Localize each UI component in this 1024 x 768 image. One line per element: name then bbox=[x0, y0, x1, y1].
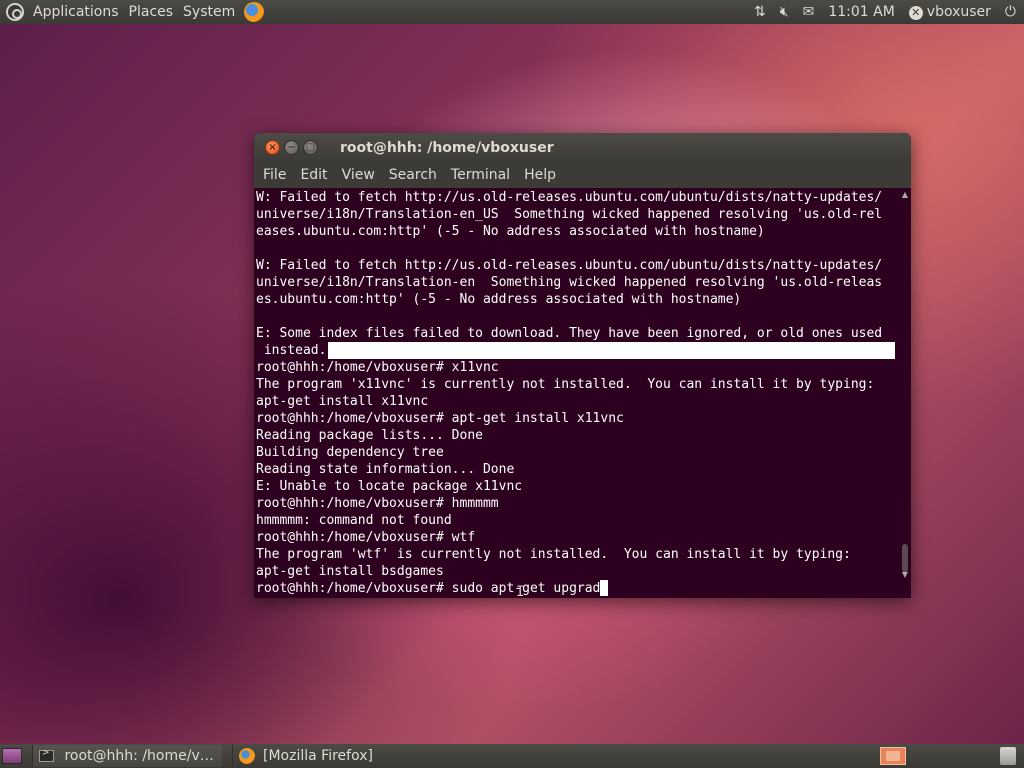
ibeam-cursor-icon: I bbox=[516, 584, 525, 598]
terminal-line: W: Failed to fetch http://us.old-release… bbox=[256, 258, 883, 273]
terminal-line: root@hhh:/home/vboxuser# wtf bbox=[256, 530, 476, 545]
trash-icon[interactable] bbox=[1000, 747, 1016, 765]
menu-terminal[interactable]: Terminal bbox=[444, 167, 517, 183]
mail-icon[interactable]: ✉ bbox=[803, 4, 815, 20]
terminal-icon bbox=[39, 748, 55, 762]
maximize-icon: □ bbox=[305, 142, 316, 153]
user-menu[interactable]: ✕ vboxuser bbox=[908, 4, 991, 20]
terminal-window: × − □ root@hhh: /home/vboxuser File Edit… bbox=[254, 133, 911, 598]
menu-file[interactable]: File bbox=[256, 167, 293, 183]
show-desktop-button[interactable] bbox=[2, 748, 22, 764]
maximize-button[interactable]: □ bbox=[303, 140, 318, 155]
scroll-down-icon[interactable]: ▼ bbox=[899, 570, 911, 580]
menu-applications[interactable]: Applications bbox=[28, 4, 124, 20]
text-cursor bbox=[600, 580, 609, 596]
terminal-line: apt-get install bsdgames bbox=[256, 564, 444, 579]
workspace-switcher[interactable] bbox=[880, 747, 906, 765]
task-label: root@hhh: /home/vb... bbox=[64, 748, 216, 764]
scrollbar-thumb[interactable] bbox=[902, 544, 908, 572]
terminal-line: root@hhh:/home/vboxuser# x11vnc bbox=[256, 360, 499, 375]
menu-search[interactable]: Search bbox=[382, 167, 444, 183]
terminal-line: Reading state information... Done bbox=[256, 462, 515, 477]
network-updown-icon[interactable]: ⇅ bbox=[754, 4, 766, 20]
terminal-line: E: Some index files failed to download. … bbox=[256, 326, 883, 341]
power-icon[interactable]: ⏻ bbox=[1005, 4, 1016, 20]
terminal-line: E: Unable to locate package x11vnc bbox=[256, 479, 523, 494]
close-icon: × bbox=[268, 142, 277, 153]
menu-places[interactable]: Places bbox=[124, 4, 179, 20]
text-selection-highlight bbox=[328, 342, 895, 359]
window-titlebar[interactable]: × − □ root@hhh: /home/vboxuser bbox=[254, 133, 911, 162]
terminal-line: The program 'x11vnc' is currently not in… bbox=[256, 377, 875, 392]
username: vboxuser bbox=[926, 4, 991, 20]
terminal-output[interactable]: W: Failed to fetch http://us.old-release… bbox=[254, 188, 899, 598]
terminal-line: eases.ubuntu.com:http' (-5 - No address … bbox=[256, 224, 765, 239]
terminal-line: Reading package lists... Done bbox=[256, 428, 483, 443]
ubuntu-logo-icon[interactable] bbox=[6, 3, 24, 21]
top-panel: Applications Places System ⇅ 🔇︎ ✉ 11:01 … bbox=[0, 0, 1024, 24]
terminal-line: The program 'wtf' is currently not insta… bbox=[256, 547, 851, 562]
clock[interactable]: 11:01 AM bbox=[828, 4, 894, 20]
menu-help[interactable]: Help bbox=[517, 167, 563, 183]
terminal-line: Building dependency tree bbox=[256, 445, 444, 460]
task-label: [Mozilla Firefox] bbox=[263, 748, 373, 764]
minimize-button[interactable]: − bbox=[284, 140, 299, 155]
firefox-icon bbox=[239, 748, 255, 764]
scroll-up-icon[interactable]: ▲ bbox=[899, 190, 911, 200]
panel-indicators: ⇅ 🔇︎ ✉ 11:01 AM ✕ vboxuser ⏻ bbox=[754, 4, 1016, 20]
terminal-scrollbar[interactable]: ▲ ▼ bbox=[899, 188, 911, 598]
terminal-line: es.ubuntu.com:http' (-5 - No address ass… bbox=[256, 292, 742, 307]
terminal-line: apt-get install x11vnc bbox=[256, 394, 429, 409]
terminal-menubar: File Edit View Search Terminal Help bbox=[254, 162, 911, 188]
terminal-line: root@hhh:/home/vboxuser# apt-get install… bbox=[256, 411, 624, 426]
terminal-line: W: Failed to fetch http://us.old-release… bbox=[256, 190, 883, 205]
terminal-input[interactable]: sudo apt-get upgrad bbox=[452, 581, 601, 596]
terminal-input-line[interactable]: root@hhh:/home/vboxuser# sudo apt-get up… bbox=[254, 580, 899, 597]
menu-view[interactable]: View bbox=[335, 167, 382, 183]
menu-edit[interactable]: Edit bbox=[293, 167, 334, 183]
volume-muted-icon[interactable]: 🔇︎ bbox=[780, 4, 789, 20]
minimize-icon: − bbox=[287, 142, 296, 153]
window-title: root@hhh: /home/vboxuser bbox=[340, 139, 554, 156]
close-button[interactable]: × bbox=[265, 140, 280, 155]
terminal-line: universe/i18n/Translation-en Something w… bbox=[256, 275, 883, 290]
terminal-line: universe/i18n/Translation-en_US Somethin… bbox=[256, 207, 883, 222]
bottom-panel: root@hhh: /home/vb... [Mozilla Firefox] bbox=[0, 744, 1024, 768]
menu-system[interactable]: System bbox=[178, 4, 240, 20]
taskbar-item-terminal[interactable]: root@hhh: /home/vb... bbox=[32, 745, 222, 767]
firefox-icon[interactable] bbox=[244, 2, 265, 22]
taskbar-item-firefox[interactable]: [Mozilla Firefox] bbox=[232, 745, 422, 767]
terminal-line: root@hhh:/home/vboxuser# hmmmmm bbox=[256, 496, 499, 511]
terminal-prompt: root@hhh:/home/vboxuser# bbox=[256, 581, 452, 596]
user-status-icon: ✕ bbox=[908, 6, 923, 20]
terminal-line: hmmmmm: command not found bbox=[256, 513, 452, 528]
